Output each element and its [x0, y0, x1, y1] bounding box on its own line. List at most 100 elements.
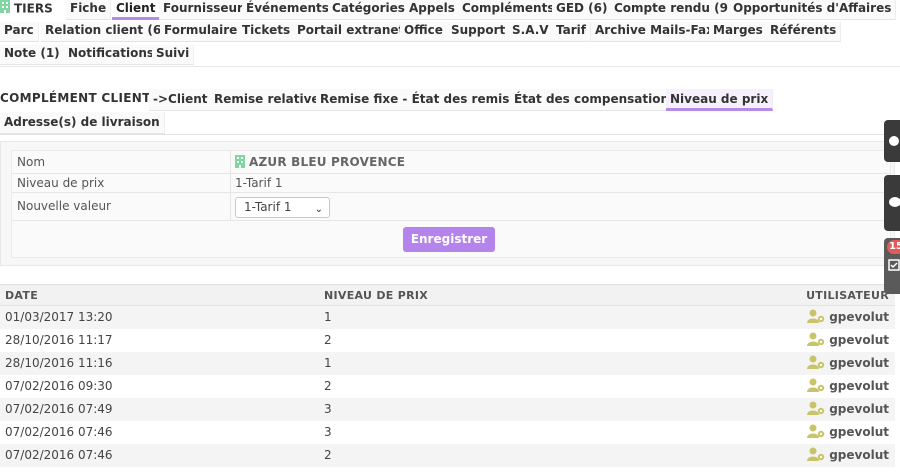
user-gear-icon — [807, 309, 826, 326]
calendar-check-icon — [888, 259, 900, 271]
user-cell[interactable]: gpevolut — [807, 378, 889, 395]
tiers-heading: TIERS — [0, 0, 53, 20]
tab-fournisseur[interactable]: Fournisseur — [159, 0, 248, 20]
tab-archive-mails-fax[interactable]: Archive Mails-Fax — [591, 22, 719, 42]
side-widget-help[interactable] — [884, 120, 900, 162]
level-cell: 1 — [324, 356, 332, 370]
subtab-remise-fixe-etat-des-remises[interactable]: Remise fixe - État des remises — [316, 89, 530, 111]
user-gear-icon — [807, 447, 826, 464]
select-value: 1-Tarif 1 — [244, 200, 292, 214]
tab-fiche[interactable]: Fiche — [66, 0, 112, 20]
date-cell: 28/10/2016 11:17 — [5, 333, 113, 347]
level-cell: 1 — [324, 310, 332, 324]
subtab-remise-relative[interactable]: Remise relative — [210, 89, 325, 111]
new-value-label: Nouvelle valeur — [17, 199, 111, 213]
user-gear-icon — [807, 332, 826, 349]
tab-appels[interactable]: Appels — [405, 0, 460, 20]
subtab-etat-des-compensations[interactable]: État des compensations — [510, 89, 682, 111]
tab-tickets[interactable]: Tickets — [238, 22, 296, 42]
table-row: 07/02/2016 07:46 2 gpevolut — [0, 444, 895, 467]
tab-formulaire[interactable]: Formulaire — [160, 22, 243, 42]
tab-categories[interactable]: Catégories — [328, 0, 410, 20]
side-widget-chat[interactable] — [884, 175, 900, 231]
tab-compte-rendu-9[interactable]: Compte rendu (9) — [610, 0, 739, 20]
form-table: Nom AZUR BLEU PROVENCE Niveau de prix 1-… — [11, 150, 891, 258]
user-name: gpevolut — [829, 310, 889, 324]
subtab-client[interactable]: ->Client — [149, 89, 213, 111]
user-name: gpevolut — [829, 356, 889, 370]
table-row: 28/10/2016 11:17 2 gpevolut — [0, 329, 895, 352]
level-cell: 2 — [324, 379, 332, 393]
table-row: 07/02/2016 09:30 2 gpevolut — [0, 375, 895, 398]
column-header-date[interactable]: DATE — [5, 289, 38, 302]
table-row: 28/10/2016 11:16 1 gpevolut — [0, 352, 895, 375]
user-cell[interactable]: gpevolut — [807, 447, 889, 464]
user-name: gpevolut — [829, 425, 889, 439]
level-cell: 2 — [324, 333, 332, 347]
level-label: Niveau de prix — [17, 176, 105, 190]
chevron-down-icon: ⌄ — [314, 204, 323, 215]
table-row: 01/03/2017 13:20 1 gpevolut — [0, 306, 895, 329]
price-level-select[interactable]: 1-Tarif 1 ⌄ — [235, 197, 330, 218]
tiers-label: TIERS — [14, 1, 53, 16]
tab-evenements[interactable]: Événements — [242, 0, 334, 20]
price-level-form: Nom AZUR BLEU PROVENCE Niveau de prix 1-… — [0, 141, 895, 266]
save-button[interactable]: Enregistrer — [403, 227, 495, 252]
tab-client[interactable]: Client — [112, 0, 161, 20]
level-value: 1-Tarif 1 — [235, 176, 283, 190]
tab-office[interactable]: Office — [400, 22, 448, 42]
date-cell: 07/02/2016 07:46 — [5, 425, 113, 439]
column-header-level[interactable]: NIVEAU DE PRIX — [324, 289, 428, 302]
building-icon — [0, 0, 10, 18]
subtab-niveau-de-prix[interactable]: Niveau de prix — [666, 89, 774, 111]
form-row-level: Niveau de prix 1-Tarif 1 — [12, 174, 890, 193]
section-title: COMPLÉMENT CLIENT — [0, 91, 151, 105]
user-cell[interactable]: gpevolut — [807, 309, 889, 326]
name-label: Nom — [17, 155, 46, 169]
user-cell[interactable]: gpevolut — [807, 424, 889, 441]
user-cell[interactable]: gpevolut — [807, 332, 889, 349]
date-cell: 01/03/2017 13:20 — [5, 310, 113, 324]
tab-complements[interactable]: Compléments — [458, 0, 560, 20]
tab-ged-6[interactable]: GED (6) — [552, 0, 613, 20]
tab-parc[interactable]: Parc — [0, 22, 39, 42]
date-cell: 28/10/2016 11:16 — [5, 356, 113, 370]
tab-suivi[interactable]: Suivi — [152, 45, 195, 65]
tabs-divider — [0, 66, 900, 67]
user-cell[interactable]: gpevolut — [807, 355, 889, 372]
user-name: gpevolut — [829, 448, 889, 462]
subtab-adresse-s-de-livraison[interactable]: Adresse(s) de livraison — [0, 112, 165, 134]
column-header-user[interactable]: UTILISATEUR — [806, 289, 889, 302]
tab-opportunites-d-affaires[interactable]: Opportunités d'Affaires — [729, 0, 897, 20]
side-widget-calendar[interactable]: 15 — [884, 238, 900, 294]
tab-marges[interactable]: Marges — [709, 22, 768, 42]
building-icon — [235, 155, 245, 168]
tab-tarif[interactable]: Tarif — [552, 22, 591, 42]
table-row: 07/02/2016 07:49 3 gpevolut — [0, 398, 895, 421]
form-row-name: Nom AZUR BLEU PROVENCE — [12, 151, 890, 174]
name-value: AZUR BLEU PROVENCE — [235, 155, 405, 169]
user-gear-icon — [807, 378, 826, 395]
level-cell: 3 — [324, 425, 332, 439]
user-name: gpevolut — [829, 333, 889, 347]
user-gear-icon — [807, 424, 826, 441]
user-name: gpevolut — [829, 402, 889, 416]
tab-note-1[interactable]: Note (1) — [0, 45, 65, 65]
tab-s-a-v[interactable]: S.A.V — [508, 22, 554, 42]
level-cell: 2 — [324, 448, 332, 462]
tab-notifications[interactable]: Notifications — [64, 45, 160, 65]
chat-icon — [889, 197, 900, 207]
level-cell: 3 — [324, 402, 332, 416]
tab-relation-client-6[interactable]: Relation client (6) — [41, 22, 172, 42]
table-row: 07/02/2016 07:46 3 gpevolut — [0, 421, 895, 444]
tab-support[interactable]: Support — [447, 22, 511, 42]
subtabs-divider — [0, 134, 900, 135]
question-icon — [889, 136, 899, 146]
form-row-new-value: Nouvelle valeur 1-Tarif 1 ⌄ — [12, 193, 890, 221]
tab-referents[interactable]: Référents — [766, 22, 842, 42]
user-gear-icon — [807, 355, 826, 372]
customer-name[interactable]: AZUR BLEU PROVENCE — [249, 155, 405, 169]
tab-portail-extranet[interactable]: Portail extranet — [293, 22, 410, 42]
date-cell: 07/02/2016 09:30 — [5, 379, 113, 393]
user-cell[interactable]: gpevolut — [807, 401, 889, 418]
